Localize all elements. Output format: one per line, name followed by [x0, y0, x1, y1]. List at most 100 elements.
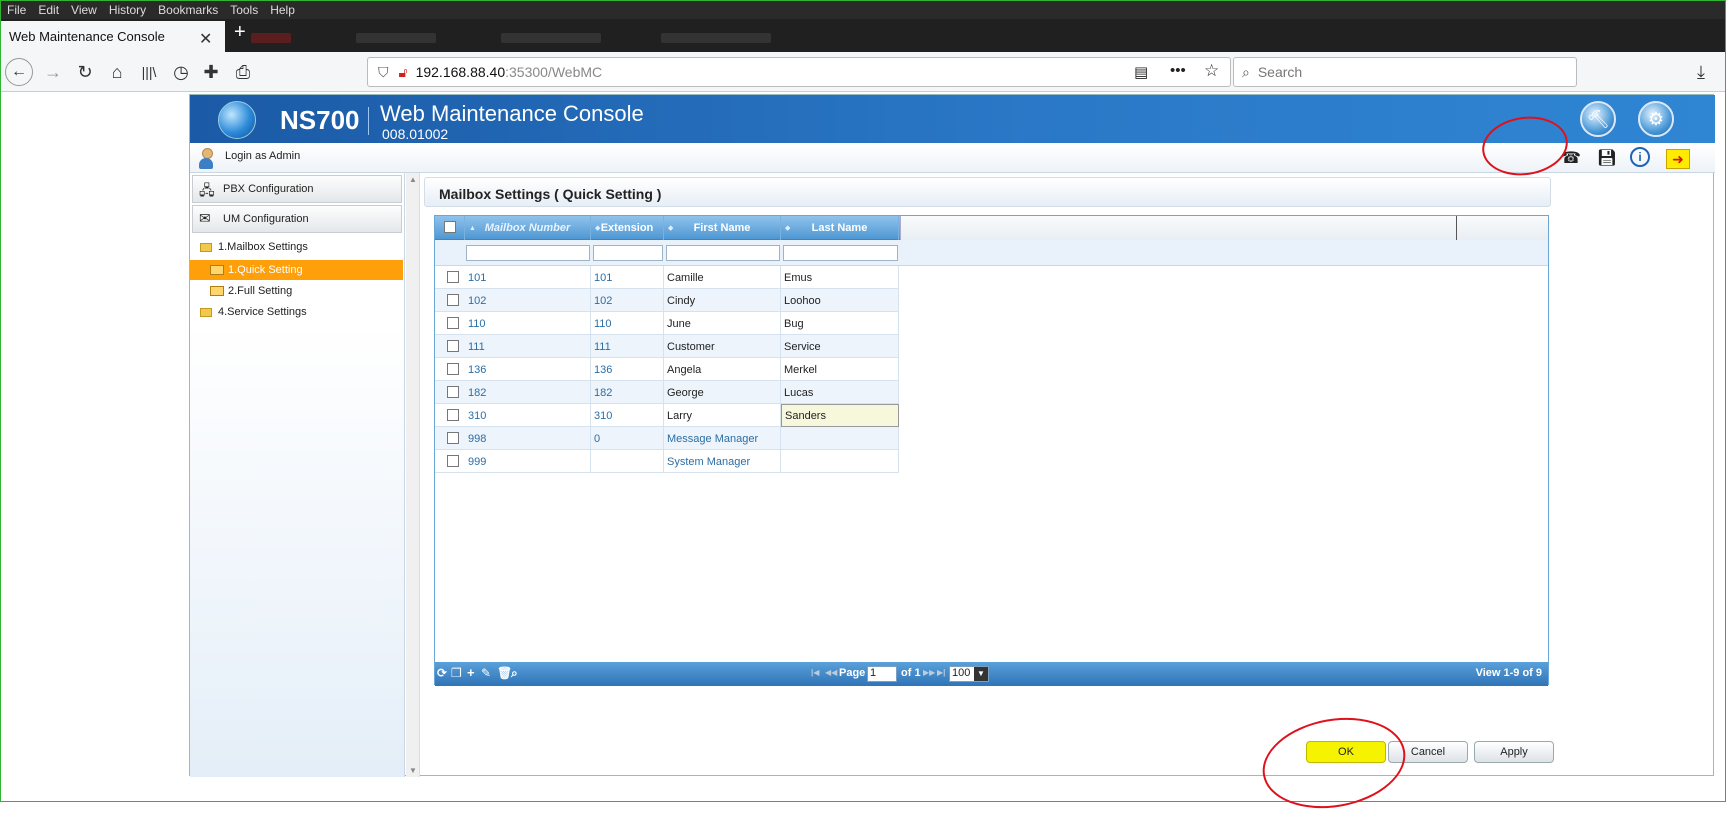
cell-first[interactable]: Customer: [664, 335, 781, 358]
cell-mailbox[interactable]: 110: [465, 312, 591, 335]
cell-mailbox[interactable]: 310: [465, 404, 591, 427]
add-icon[interactable]: +: [467, 665, 475, 680]
settings-gear-icon[interactable]: ⚙: [1638, 101, 1674, 137]
save-icon[interactable]: 💾︎: [1596, 147, 1618, 169]
cell-mailbox[interactable]: 998: [465, 427, 591, 450]
tab-web-maintenance-console[interactable]: Web Maintenance Console ✕: [1, 21, 225, 52]
reader-view-icon[interactable]: ▤: [1134, 63, 1148, 81]
cell-first[interactable]: Message Manager: [664, 427, 781, 450]
blurred-tab[interactable]: [356, 33, 436, 43]
last-page-icon[interactable]: ▶|: [937, 668, 945, 677]
tree-item-full-setting[interactable]: 2.Full Setting: [190, 281, 405, 301]
search-icon[interactable]: ⌕: [511, 666, 518, 681]
select-all-checkbox[interactable]: [444, 221, 456, 233]
tree-item-service-settings[interactable]: 4.Service Settings: [190, 302, 405, 322]
cell-mailbox[interactable]: 102: [465, 289, 591, 312]
filter-first-name-input[interactable]: [666, 245, 780, 261]
logout-icon[interactable]: ➜: [1666, 149, 1690, 169]
blurred-tab[interactable]: [501, 33, 601, 43]
menu-edit[interactable]: Edit: [38, 3, 59, 17]
cell-ext[interactable]: 310: [591, 404, 664, 427]
filter-extension-input[interactable]: [593, 245, 663, 261]
cell-last[interactable]: Lucas: [781, 381, 899, 404]
delete-icon[interactable]: 🗑︎: [497, 666, 512, 680]
close-icon[interactable]: ✕: [199, 29, 212, 49]
cell-last[interactable]: [781, 450, 899, 473]
table-row[interactable]: 101 101 Camille Emus: [435, 266, 899, 289]
cell-first[interactable]: Angela: [664, 358, 781, 381]
cell-ext[interactable]: [591, 450, 664, 473]
tree-item-quick-setting[interactable]: 1.Quick Setting: [190, 260, 403, 280]
cell-ext[interactable]: 101: [591, 266, 664, 289]
cell-ext[interactable]: 102: [591, 289, 664, 312]
row-checkbox[interactable]: [447, 432, 459, 444]
home-icon[interactable]: ⌂: [105, 60, 129, 84]
copy-icon[interactable]: ❐: [451, 666, 462, 680]
next-page-icon[interactable]: ▶▶: [923, 668, 935, 677]
filter-last-name-input[interactable]: [783, 245, 898, 261]
menu-help[interactable]: Help: [270, 3, 295, 17]
menu-file[interactable]: File: [7, 3, 26, 17]
cell-last[interactable]: Sanders: [781, 404, 899, 427]
cell-ext[interactable]: 182: [591, 381, 664, 404]
cell-first[interactable]: System Manager: [664, 450, 781, 473]
first-page-icon[interactable]: |◀: [811, 668, 819, 677]
maintenance-tool-icon[interactable]: 🔨︎: [1580, 101, 1616, 137]
column-header-first-name[interactable]: ◆ First Name: [664, 216, 781, 240]
scroll-down-icon[interactable]: ▼: [409, 766, 417, 775]
print-icon[interactable]: ⎙: [231, 60, 255, 84]
page-number-input[interactable]: 1: [867, 666, 897, 682]
menu-tools[interactable]: Tools: [230, 3, 258, 17]
cell-first[interactable]: Cindy: [664, 289, 781, 312]
edit-icon[interactable]: ✎: [481, 666, 491, 680]
cell-first[interactable]: George: [664, 381, 781, 404]
refresh-icon[interactable]: ⟳: [437, 666, 447, 680]
back-icon[interactable]: ←: [5, 58, 33, 86]
cell-ext[interactable]: 136: [591, 358, 664, 381]
table-row[interactable]: 110 110 June Bug: [435, 312, 899, 335]
address-bar[interactable]: ⛉ 🔓︎ 192.168.88.40:35300/WebMC ▤ ••• ☆: [367, 57, 1231, 87]
cell-ext[interactable]: 0: [591, 427, 664, 450]
pbx-configuration-button[interactable]: 🖧︎ PBX Configuration: [192, 175, 402, 203]
cell-last[interactable]: Merkel: [781, 358, 899, 381]
tree-item-mailbox-settings[interactable]: 1.Mailbox Settings: [190, 237, 405, 257]
forward-icon[interactable]: →: [41, 60, 65, 84]
row-checkbox[interactable]: [447, 340, 459, 352]
cell-last[interactable]: Loohoo: [781, 289, 899, 312]
cell-mailbox[interactable]: 999: [465, 450, 591, 473]
row-checkbox[interactable]: [447, 455, 459, 467]
cell-first[interactable]: Larry: [664, 404, 781, 427]
cell-last[interactable]: Service: [781, 335, 899, 358]
cell-first[interactable]: Camille: [664, 266, 781, 289]
row-checkbox[interactable]: [447, 294, 459, 306]
row-checkbox[interactable]: [447, 409, 459, 421]
prev-page-icon[interactable]: ◀◀: [825, 668, 837, 677]
menu-bookmarks[interactable]: Bookmarks: [158, 3, 218, 17]
um-configuration-button[interactable]: ✉ UM Configuration: [192, 205, 402, 233]
row-checkbox[interactable]: [447, 363, 459, 375]
insecure-lock-icon[interactable]: 🔓︎: [399, 64, 408, 81]
info-icon[interactable]: i: [1630, 147, 1650, 167]
page-actions-icon[interactable]: •••: [1170, 62, 1186, 79]
column-header-extension[interactable]: ◆ Extension: [591, 216, 664, 240]
cell-last[interactable]: [781, 427, 899, 450]
blurred-tab[interactable]: [251, 33, 291, 43]
extensions-icon[interactable]: ✚: [199, 60, 223, 84]
row-checkbox[interactable]: [447, 317, 459, 329]
search-input[interactable]: ⌕ Search: [1233, 57, 1577, 87]
column-header-mailbox-number[interactable]: ▲ Mailbox Number: [465, 216, 591, 240]
sidebar-scrollbar[interactable]: ▲ ▼: [406, 173, 420, 777]
shield-icon[interactable]: ⛉: [378, 64, 389, 81]
blurred-tab[interactable]: [661, 33, 771, 43]
new-tab-icon[interactable]: +: [234, 21, 246, 44]
table-row[interactable]: 999 System Manager: [435, 450, 899, 473]
table-row[interactable]: 998 0 Message Manager: [435, 427, 899, 450]
filter-mailbox-input[interactable]: [466, 245, 590, 261]
table-row[interactable]: 182 182 George Lucas: [435, 381, 899, 404]
cell-last[interactable]: Bug: [781, 312, 899, 335]
table-row[interactable]: 136 136 Angela Merkel: [435, 358, 899, 381]
rows-per-page-select[interactable]: 100 ▼: [949, 666, 989, 682]
cell-first[interactable]: June: [664, 312, 781, 335]
cell-ext[interactable]: 110: [591, 312, 664, 335]
cell-mailbox[interactable]: 182: [465, 381, 591, 404]
